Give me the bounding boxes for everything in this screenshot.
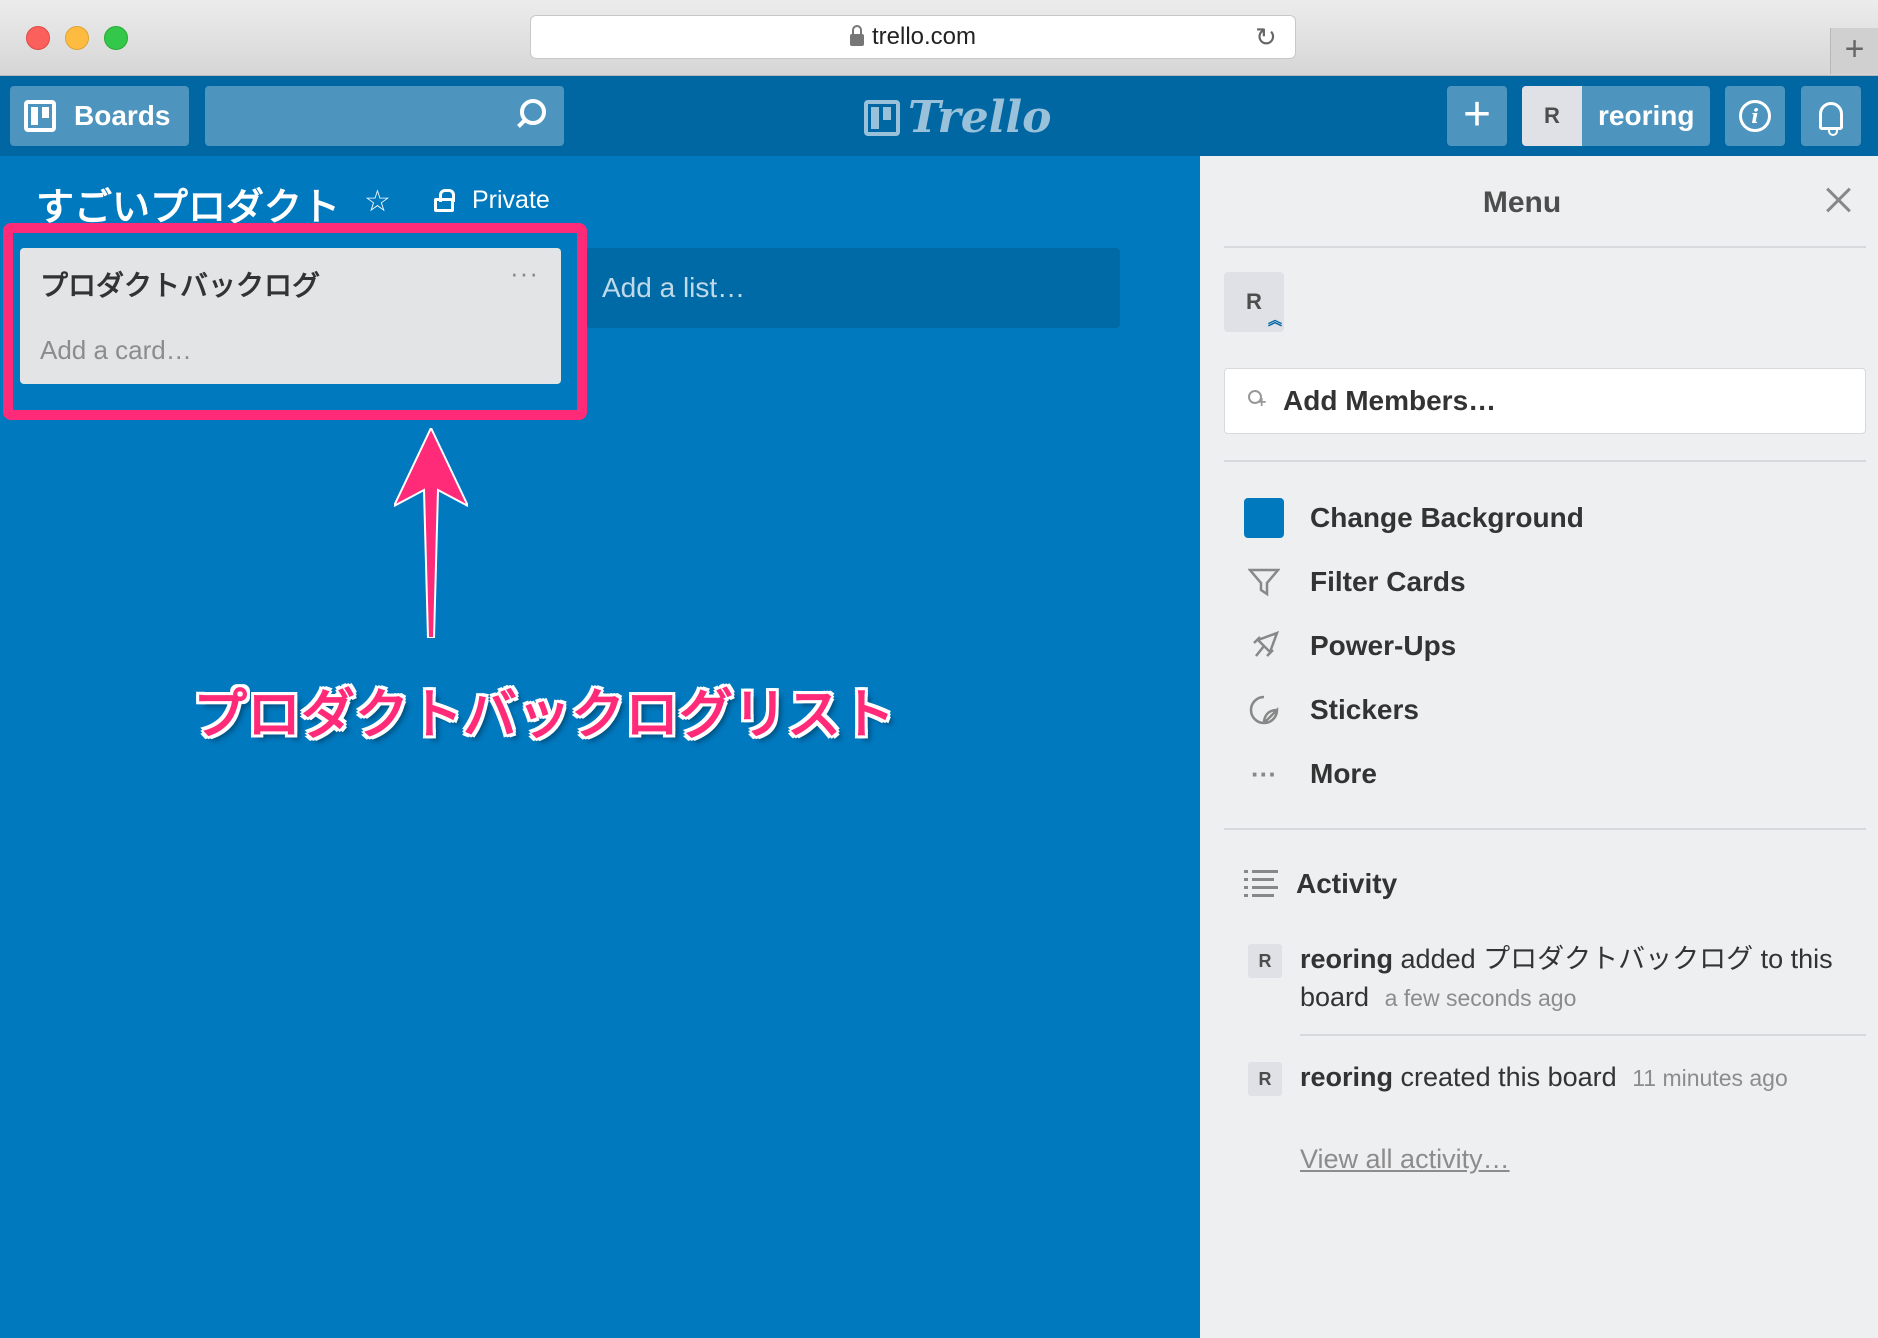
menu-title: Menu: [1482, 186, 1562, 219]
annotation-arrow-icon: [394, 428, 468, 638]
more-item[interactable]: ··· More: [1244, 754, 1377, 794]
activity-time[interactable]: 11 minutes ago: [1632, 1065, 1788, 1091]
lock-icon: [434, 188, 455, 212]
divider: [1224, 246, 1866, 248]
add-list-button[interactable]: Add a list…: [586, 248, 1120, 328]
star-icon[interactable]: ☆: [364, 184, 391, 219]
avatar: R: [1522, 86, 1582, 146]
activity-user[interactable]: reoring: [1300, 944, 1393, 974]
annotation-label: プロダクトバックログリスト: [193, 685, 895, 745]
sticker-icon: [1244, 690, 1284, 730]
filter-icon: [1244, 562, 1284, 602]
activity-header: Activity: [1244, 868, 1397, 900]
info-button[interactable]: i: [1725, 86, 1785, 146]
close-icon[interactable]: [1820, 182, 1856, 218]
more-icon: ···: [1251, 758, 1277, 789]
activity-list-icon: [1244, 870, 1278, 898]
url-text: trello.com: [871, 23, 977, 50]
avatar[interactable]: R: [1248, 944, 1282, 978]
activity-entry: R reoring created this board 11 minutes …: [1248, 1058, 1858, 1097]
board-menu-sidebar: Menu R ︽ Add Members… Change Background …: [1200, 156, 1878, 1338]
zoom-window-button[interactable]: [104, 26, 128, 50]
trello-logo[interactable]: Trello: [864, 92, 1052, 143]
add-members-label: Add Members…: [1283, 385, 1497, 416]
divider: [1300, 1034, 1866, 1036]
boards-label: Boards: [74, 100, 171, 131]
browser-chrome: trello.com ↻ +: [0, 0, 1878, 76]
stickers-item[interactable]: Stickers: [1244, 690, 1419, 730]
annotation-highlight-box: [3, 223, 587, 420]
trello-logo-icon: [864, 99, 900, 136]
change-background-item[interactable]: Change Background: [1244, 498, 1584, 538]
visibility-button[interactable]: Private: [434, 186, 550, 215]
boards-button[interactable]: Boards: [10, 86, 189, 146]
menu-item-label: Power-Ups: [1310, 630, 1457, 661]
menu-item-label: More: [1310, 758, 1377, 789]
menu-item-label: Change Background: [1310, 502, 1584, 533]
add-person-icon: [1245, 390, 1267, 412]
activity-title: Activity: [1296, 868, 1398, 899]
bell-icon: [1819, 102, 1843, 136]
search-icon: [520, 99, 546, 125]
search-input[interactable]: [205, 86, 564, 146]
boards-icon: [24, 100, 56, 132]
minimize-window-button[interactable]: [65, 26, 89, 50]
member-initial: R: [1246, 289, 1262, 314]
notifications-button[interactable]: [1801, 86, 1861, 146]
view-all-activity-link[interactable]: View all activity…: [1300, 1144, 1510, 1175]
new-tab-button[interactable]: +: [1830, 28, 1878, 74]
lock-icon: [849, 25, 864, 46]
power-ups-item[interactable]: Power-Ups: [1244, 626, 1456, 666]
admin-chevron-icon: ︽: [1268, 312, 1282, 328]
activity-time[interactable]: a few seconds ago: [1385, 985, 1577, 1011]
member-avatar[interactable]: R ︽: [1224, 272, 1284, 332]
activity-entry: R reoring added プロダクトバックログ to this board…: [1248, 940, 1858, 1017]
visibility-label: Private: [472, 186, 550, 214]
app-header: Boards Trello + R reoring i: [0, 76, 1878, 156]
background-swatch-icon: [1244, 498, 1284, 538]
activity-user[interactable]: reoring: [1300, 1062, 1393, 1092]
reload-icon[interactable]: ↻: [1255, 24, 1281, 50]
add-button[interactable]: +: [1447, 86, 1507, 146]
member-name: reoring: [1598, 100, 1695, 131]
rocket-icon: [1244, 626, 1284, 666]
avatar[interactable]: R: [1248, 1062, 1282, 1096]
info-icon: i: [1739, 100, 1771, 132]
close-window-button[interactable]: [26, 26, 50, 50]
member-menu-button[interactable]: R reoring: [1522, 86, 1710, 146]
add-members-button[interactable]: Add Members…: [1224, 368, 1866, 434]
logo-text: Trello: [908, 92, 1052, 143]
menu-item-label: Filter Cards: [1310, 566, 1466, 597]
menu-item-label: Stickers: [1310, 694, 1419, 725]
activity-action: created this board: [1400, 1062, 1617, 1092]
divider: [1224, 460, 1866, 462]
url-bar[interactable]: trello.com ↻: [530, 15, 1296, 59]
filter-cards-item[interactable]: Filter Cards: [1244, 562, 1466, 602]
divider: [1224, 828, 1866, 830]
